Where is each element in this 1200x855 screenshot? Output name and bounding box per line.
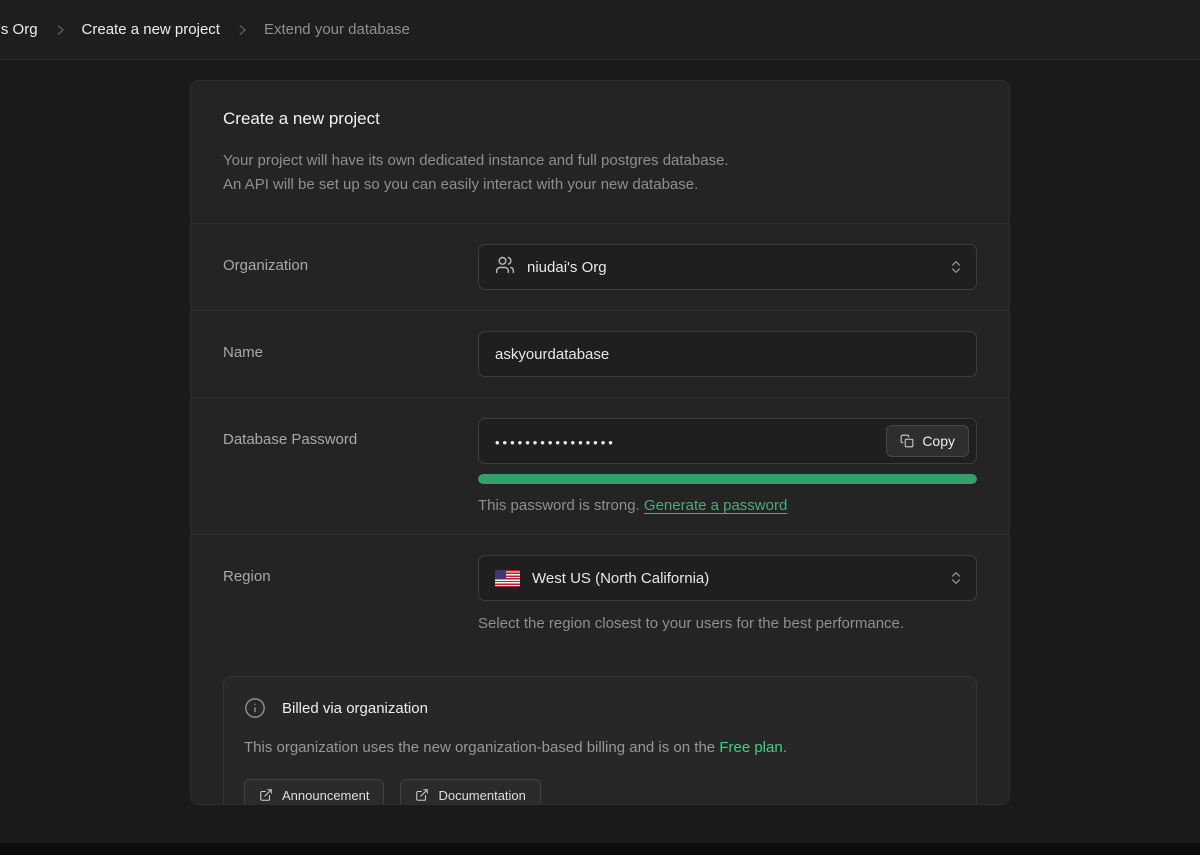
page-title: Create a new project — [223, 109, 977, 129]
announcement-button-label: Announcement — [282, 788, 369, 803]
copy-icon — [900, 434, 914, 448]
region-help-text: Select the region closest to your users … — [478, 615, 977, 632]
chevrons-up-down-icon — [948, 570, 964, 586]
name-label: Name — [223, 331, 478, 361]
organization-value: niudai's Org — [527, 259, 607, 276]
documentation-button-label: Documentation — [438, 788, 525, 803]
region-label: Region — [223, 555, 478, 585]
password-label: Database Password — [223, 418, 478, 448]
chevron-right-icon — [234, 22, 250, 38]
free-plan-link[interactable]: Free plan — [719, 739, 782, 756]
announcement-button[interactable]: Announcement — [244, 779, 384, 805]
copy-button[interactable]: Copy — [886, 425, 969, 457]
us-flag-icon — [495, 570, 520, 587]
billing-title: Billed via organization — [282, 700, 428, 717]
organization-row: Organization niudai's Org — [191, 224, 1009, 311]
billing-box: Billed via organization This organizatio… — [223, 676, 977, 805]
users-icon — [495, 255, 515, 279]
region-row: Region West US (North California) Select… — [191, 535, 1009, 652]
info-icon — [244, 697, 266, 719]
main-content: Create a new project Your project will h… — [0, 60, 1200, 843]
create-project-panel: Create a new project Your project will h… — [190, 80, 1010, 805]
organization-select[interactable]: niudai's Org — [478, 244, 977, 290]
password-strength-fill — [478, 474, 977, 484]
description-line-1: Your project will have its own dedicated… — [223, 149, 977, 173]
bottom-strip — [0, 843, 1200, 855]
password-input[interactable]: •••••••••••••••• Copy — [478, 418, 977, 464]
region-value: West US (North California) — [532, 570, 709, 587]
breadcrumb: 's Org Create a new project Extend your … — [0, 0, 1200, 60]
documentation-button[interactable]: Documentation — [400, 779, 540, 805]
generate-password-link[interactable]: Generate a password — [644, 497, 787, 514]
external-link-icon — [259, 788, 273, 802]
breadcrumb-extend-database[interactable]: Extend your database — [264, 21, 410, 38]
chevrons-up-down-icon — [948, 259, 964, 275]
password-row: Database Password •••••••••••••••• Copy … — [191, 398, 1009, 535]
name-row: Name askyourdatabase — [191, 311, 1009, 398]
breadcrumb-create-project[interactable]: Create a new project — [82, 21, 220, 38]
password-strength-bar — [478, 474, 977, 484]
region-select[interactable]: West US (North California) — [478, 555, 977, 601]
copy-button-label: Copy — [922, 433, 955, 449]
billing-section: Billed via organization This organizatio… — [191, 652, 1009, 805]
chevron-right-icon — [52, 22, 68, 38]
organization-label: Organization — [223, 244, 478, 274]
external-link-icon — [415, 788, 429, 802]
password-strength-text: This password is strong. Generate a pass… — [478, 497, 977, 514]
billing-text: This organization uses the new organizat… — [244, 737, 956, 759]
password-masked-value: •••••••••••••••• — [495, 433, 616, 450]
panel-header: Create a new project Your project will h… — [191, 81, 1009, 224]
project-name-input[interactable]: askyourdatabase — [478, 331, 977, 377]
breadcrumb-org[interactable]: 's Org — [0, 21, 38, 38]
description-line-2: An API will be set up so you can easily … — [223, 173, 977, 197]
